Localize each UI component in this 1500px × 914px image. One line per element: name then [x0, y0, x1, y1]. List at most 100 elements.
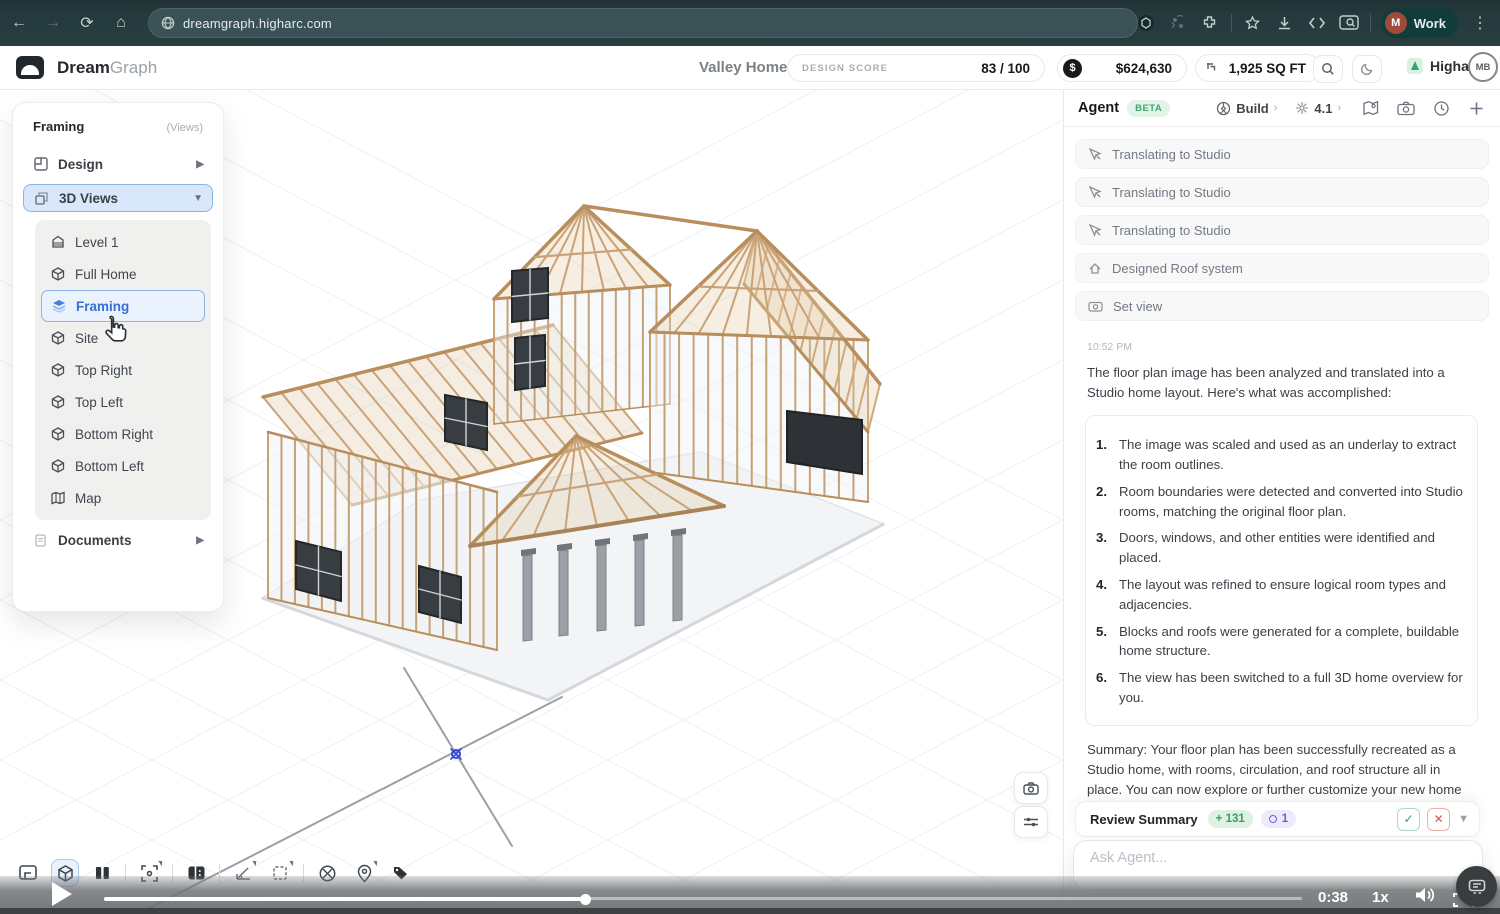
design-icon	[32, 156, 49, 173]
mode-selector[interactable]: Build ›	[1216, 101, 1277, 116]
video-progress-track[interactable]	[104, 897, 1302, 900]
reload-icon[interactable]: ⟳	[72, 8, 102, 38]
theme-toggle-button[interactable]	[1352, 55, 1382, 83]
layers-icon	[50, 298, 67, 315]
view-item-map[interactable]: Map	[41, 482, 205, 514]
project-name[interactable]: Valley Home	[699, 59, 787, 76]
view-item-label: Site	[75, 331, 98, 346]
back-icon[interactable]: ←	[4, 8, 34, 38]
action-card-label: Set view	[1113, 299, 1162, 314]
playback-speed[interactable]: 1x	[1372, 889, 1389, 906]
extensions-puzzle-icon[interactable]	[1199, 12, 1221, 34]
url-text: dreamgraph.higharc.com	[183, 16, 332, 31]
action-card[interactable]: Translating to Studio	[1075, 177, 1489, 207]
home-icon[interactable]: ⌂	[106, 8, 136, 38]
level-icon	[49, 234, 66, 251]
documents-icon	[32, 532, 49, 549]
area-pill[interactable]: 1,925 SQ FT	[1195, 54, 1321, 82]
design-score-label: DESIGN SCORE	[802, 63, 888, 74]
higharc-logo-icon	[1407, 58, 1423, 74]
translate-cursor-icon	[1088, 147, 1102, 161]
view-item-level-1[interactable]: Level 1	[41, 226, 205, 258]
ring-icon	[1269, 815, 1277, 823]
video-progress-knob[interactable]	[580, 894, 591, 905]
sidebar-section-documents[interactable]: Documents ▶	[23, 526, 213, 554]
section-label: Documents	[58, 533, 132, 548]
map-view-icon[interactable]	[1361, 98, 1381, 118]
action-card[interactable]: Translating to Studio	[1075, 139, 1489, 169]
download-icon[interactable]	[1274, 12, 1296, 34]
profile-label: Work	[1414, 16, 1446, 31]
design-score-value: 83 / 100	[981, 61, 1030, 76]
browser-chrome: ← → ⟳ ⌂ dreamgraph.higharc.com M Work ⋮	[0, 0, 1500, 46]
video-control-bar	[0, 876, 1500, 908]
sidebar-section-design[interactable]: Design ▶	[23, 150, 213, 178]
price-value: $624,630	[1116, 61, 1172, 76]
dimension-icon	[1206, 62, 1219, 75]
forward-icon[interactable]: →	[38, 8, 68, 38]
camera-icon	[1088, 300, 1103, 312]
brand-name: DreamGraph	[57, 58, 157, 78]
view-item-bottom-left[interactable]: Bottom Left	[41, 450, 205, 482]
model-label: 4.1	[1314, 101, 1332, 116]
action-card[interactable]: Designed Roof system	[1075, 253, 1489, 283]
snapshot-button[interactable]	[1014, 772, 1048, 804]
cube-icon	[49, 458, 66, 475]
extension-dim-icon[interactable]	[1167, 12, 1189, 34]
volume-icon[interactable]	[1414, 886, 1438, 909]
dreamgraph-logo[interactable]	[16, 56, 44, 79]
circle-badge: 1	[1261, 810, 1296, 828]
profile-avatar: M	[1385, 12, 1407, 34]
agent-message-intro: The floor plan image has been analyzed a…	[1064, 353, 1500, 403]
history-icon[interactable]	[1431, 98, 1451, 118]
divider	[1370, 14, 1371, 32]
view-item-top-right[interactable]: Top Right	[41, 354, 205, 386]
view-item-top-left[interactable]: Top Left	[41, 386, 205, 418]
action-card[interactable]: Translating to Studio	[1075, 215, 1489, 245]
step-item: Doors, windows, and other entities were …	[1096, 528, 1463, 568]
cube-icon	[49, 330, 66, 347]
design-score-pill[interactable]: DESIGN SCORE 83 / 100	[787, 54, 1045, 82]
action-card-label: Translating to Studio	[1112, 223, 1231, 238]
model-selector[interactable]: 4.1 ›	[1295, 101, 1341, 116]
search-button[interactable]	[1313, 55, 1343, 83]
view-item-full-home[interactable]: Full Home	[41, 258, 205, 290]
video-bar-base	[0, 908, 1500, 914]
dollar-icon: $	[1063, 59, 1082, 78]
view-item-label: Bottom Right	[75, 427, 153, 442]
extension-badge-icon[interactable]	[1135, 12, 1157, 34]
capture-icon	[1467, 878, 1487, 895]
reject-button[interactable]: ✕	[1427, 808, 1450, 831]
review-title: Review Summary	[1090, 812, 1198, 827]
roof-icon	[1088, 261, 1102, 275]
mode-label: Build	[1236, 101, 1269, 116]
url-bar[interactable]: dreamgraph.higharc.com	[148, 8, 1138, 38]
translate-cursor-icon	[1088, 185, 1102, 199]
chevron-down-icon[interactable]: ▼	[1458, 813, 1469, 825]
approve-button[interactable]: ✓	[1397, 808, 1420, 831]
agent-header: Agent BETA Build › 4.1 ›	[1064, 90, 1500, 127]
user-avatar[interactable]: MB	[1468, 52, 1498, 82]
view-settings-button[interactable]	[1014, 806, 1048, 838]
translate-cursor-icon	[1088, 223, 1102, 237]
new-chat-plus-icon[interactable]	[1466, 98, 1486, 118]
view-item-label: Top Left	[75, 395, 123, 410]
agent-steps-card: The image was scaled and used as an unde…	[1085, 415, 1478, 726]
browser-menu-icon[interactable]: ⋮	[1468, 13, 1492, 33]
cube-icon	[49, 266, 66, 283]
tab-search-icon[interactable]	[1338, 12, 1360, 34]
beta-badge: BETA	[1127, 100, 1170, 117]
price-pill[interactable]: $ $624,630	[1057, 54, 1187, 82]
bookmark-star-icon[interactable]	[1242, 12, 1264, 34]
step-item: Room boundaries were detected and conver…	[1096, 482, 1463, 522]
sidebar-section-3d-views[interactable]: 3D Views ▼	[23, 184, 213, 212]
devtools-code-icon[interactable]	[1306, 12, 1328, 34]
chevron-down-icon: ▼	[193, 193, 203, 204]
action-card[interactable]: Set view	[1075, 291, 1489, 321]
camera-icon[interactable]	[1396, 98, 1416, 118]
dreamgraph-app: ← → ⟳ ⌂ dreamgraph.higharc.com M Work ⋮	[0, 0, 1500, 914]
capture-extension-badge[interactable]	[1456, 866, 1497, 907]
view-item-bottom-right[interactable]: Bottom Right	[41, 418, 205, 450]
browser-profile-chip[interactable]: M Work	[1381, 8, 1458, 38]
play-button[interactable]	[52, 882, 72, 906]
